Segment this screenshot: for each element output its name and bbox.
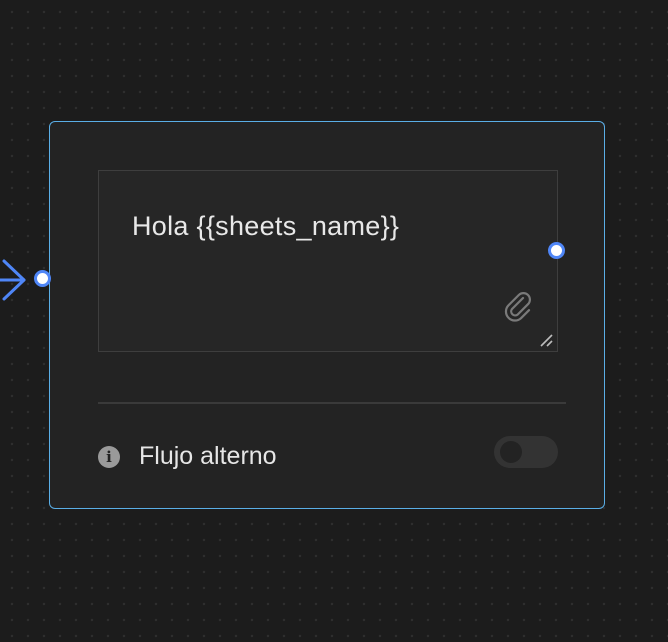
output-port[interactable] [548,242,565,259]
message-textarea[interactable]: Hola {{sheets_name}} [98,170,558,352]
input-port[interactable] [34,270,51,287]
toggle-knob [500,441,522,463]
paperclip-icon[interactable] [501,289,535,323]
info-icon[interactable]: i [98,446,120,468]
alt-flow-toggle[interactable] [494,436,558,468]
divider [98,402,566,404]
message-text[interactable]: Hola {{sheets_name}} [132,211,399,242]
arrow-right-icon [0,259,26,301]
flow-canvas[interactable]: Hola {{sheets_name}} i Flujo alterno [0,0,668,642]
resize-handle-icon[interactable] [539,333,553,347]
alt-flow-label: Flujo alterno [139,442,277,470]
